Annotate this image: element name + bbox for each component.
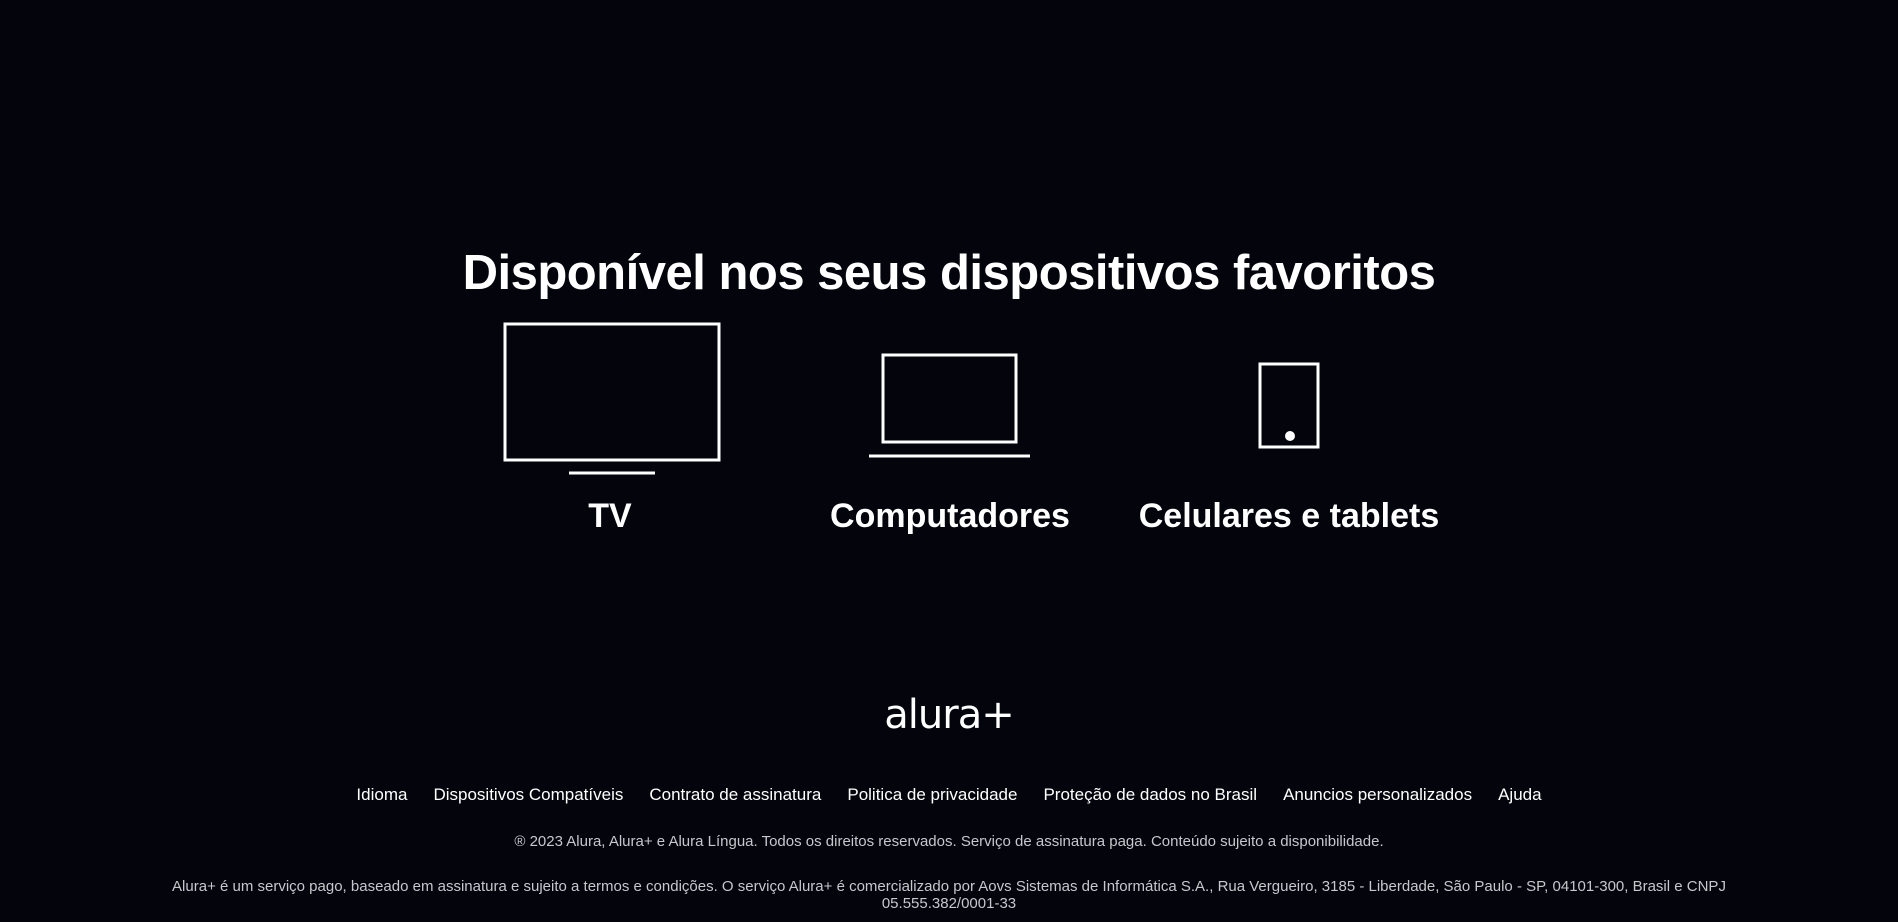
device-computer: Computadores [790,320,1110,540]
footer-nav-item: Politica de privacidade [847,784,1017,806]
device-label-tv: TV [588,497,632,535]
device-label-computer: Computadores [830,497,1070,535]
footer-link-ajuda[interactable]: Ajuda [1498,785,1541,804]
laptop-icon [869,353,1030,458]
footer-nav-item: Anuncios personalizados [1283,784,1472,806]
alura-plus-logo[interactable]: alura+ [0,690,1898,740]
footer-link-privacidade[interactable]: Politica de privacidade [847,785,1017,804]
footer-nav: Idioma Dispositivos Compatíveis Contrato… [0,784,1898,806]
device-mobile: Celulares e tablets [1129,320,1449,540]
footer-nav-item: Contrato de assinatura [649,784,821,806]
footer-nav-item: Dispositivos Compatíveis [433,784,623,806]
device-tv: TV [450,320,770,540]
footer-nav-item: Idioma [356,784,407,806]
tv-icon [503,322,721,475]
legal-text: Alura+ é um serviço pago, baseado em ass… [172,878,1726,912]
footer-link-contrato[interactable]: Contrato de assinatura [649,785,821,804]
footer-nav-item: Ajuda [1498,784,1541,806]
footer-nav-item: Proteção de dados no Brasil [1043,784,1257,806]
tablet-icon [1258,362,1320,449]
page: Disponível nos seus dispositivos favorit… [0,0,1898,922]
devices-section-title: Disponível nos seus dispositivos favorit… [462,246,1436,300]
footer-link-dispositivos[interactable]: Dispositivos Compatíveis [433,785,623,804]
device-label-mobile: Celulares e tablets [1138,497,1440,535]
copyright-text: ® 2023 Alura, Alura+ e Alura Língua. Tod… [514,833,1384,850]
footer-link-idioma[interactable]: Idioma [356,785,407,804]
footer-link-anuncios[interactable]: Anuncios personalizados [1283,785,1472,804]
footer-link-protecao-dados[interactable]: Proteção de dados no Brasil [1043,785,1257,804]
